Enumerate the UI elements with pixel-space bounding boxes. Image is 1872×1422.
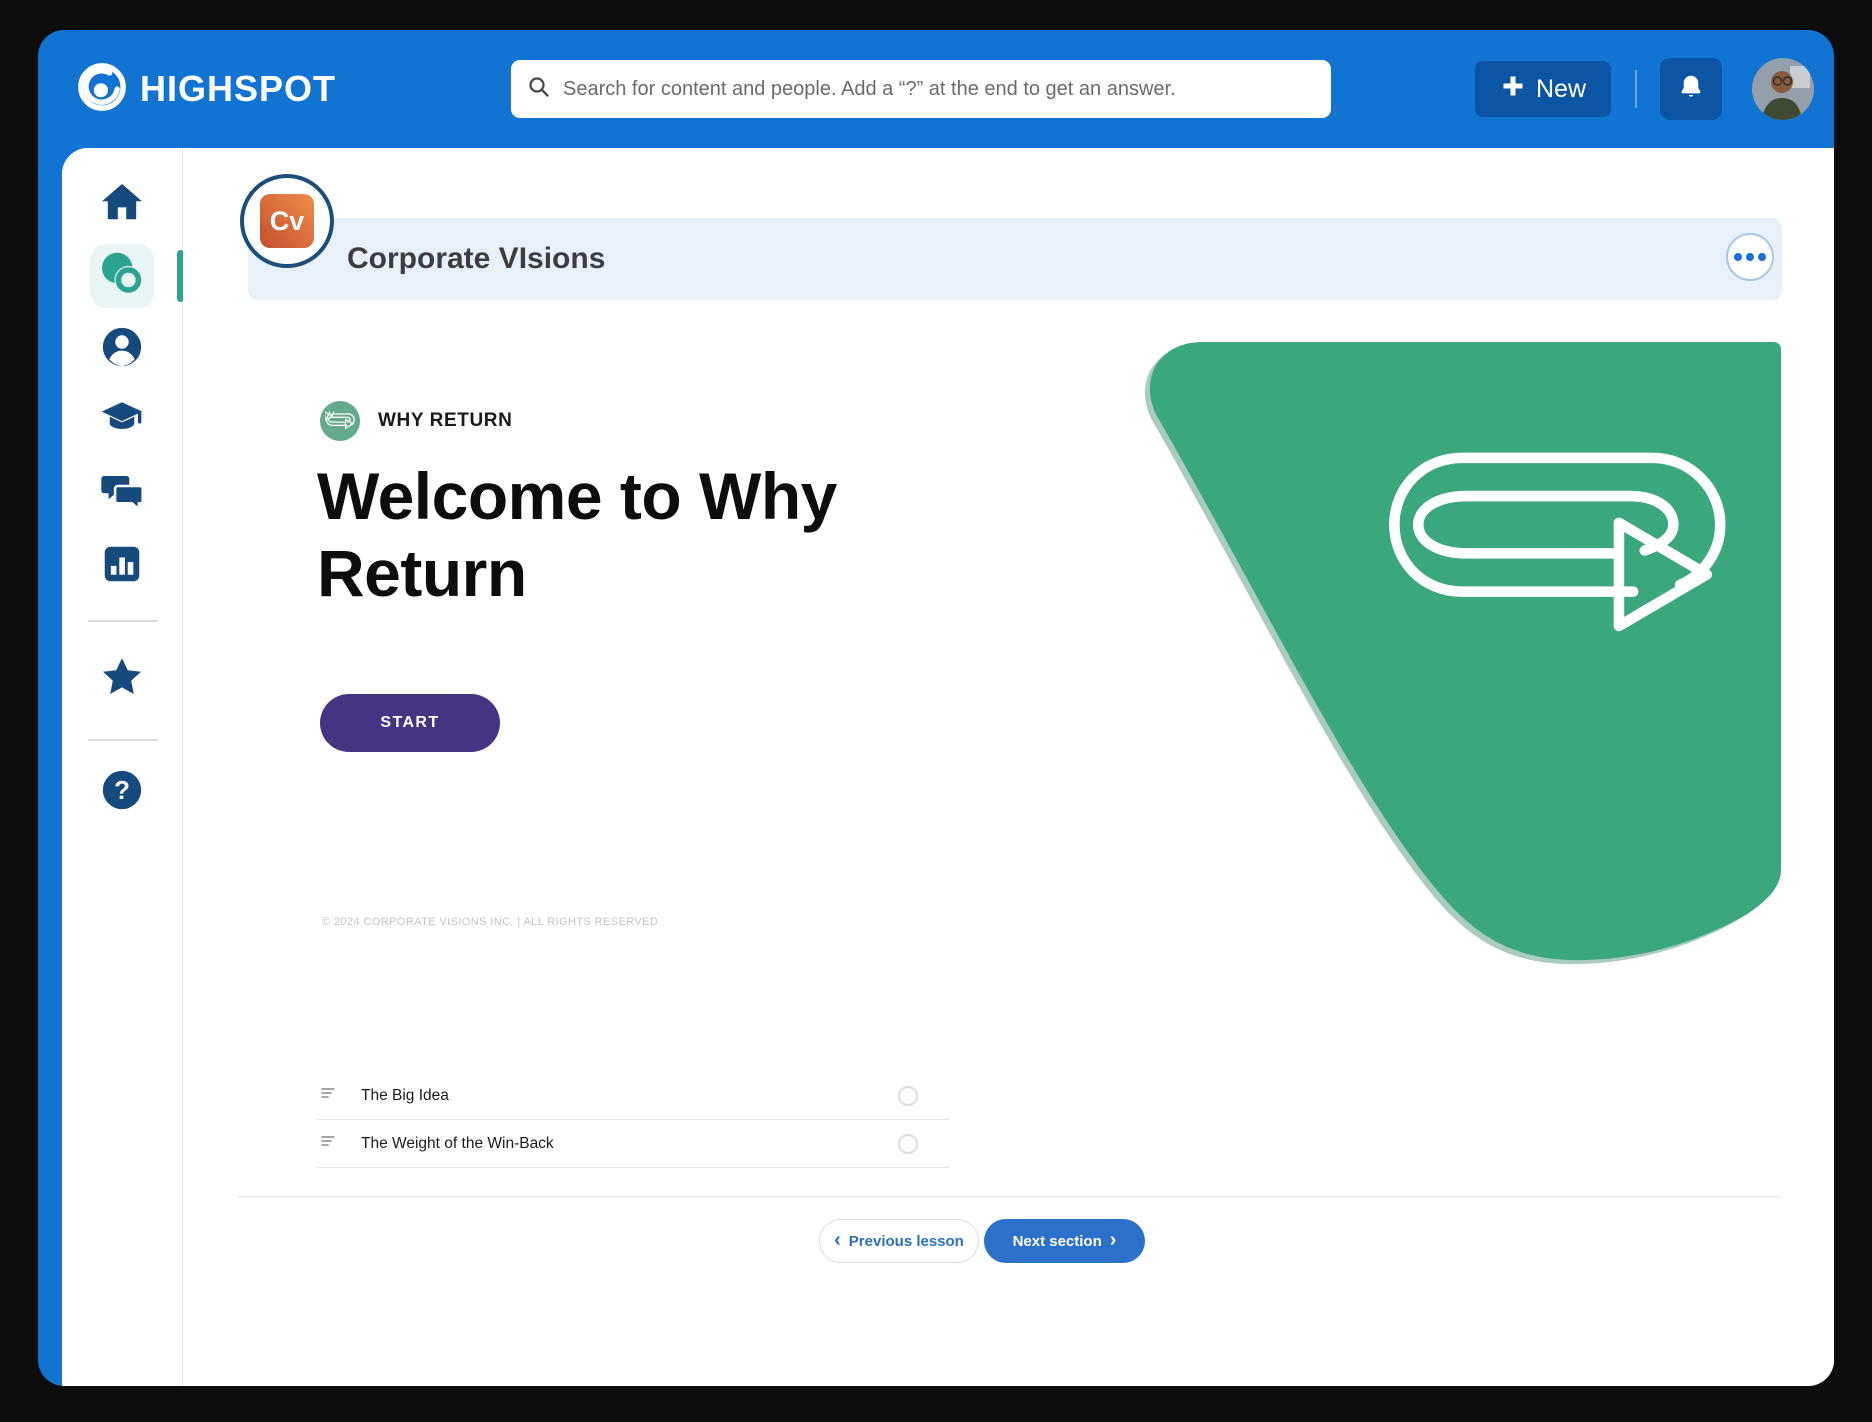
lesson-item-label: The Weight of the Win-Back: [361, 1134, 554, 1152]
new-button-label: New: [1535, 74, 1586, 103]
sidebar-divider: [88, 739, 158, 741]
start-button[interactable]: START: [320, 694, 500, 752]
home-icon: [99, 179, 145, 230]
spot-title: Corporate VIsions: [347, 242, 606, 275]
plus-icon: [1500, 73, 1526, 106]
previous-lesson-label: Previous lesson: [848, 1232, 964, 1250]
lesson-item-label: The Big Idea: [361, 1086, 449, 1104]
sidebar-item-favorites[interactable]: [90, 647, 154, 711]
return-loop-badge-icon: [320, 401, 360, 441]
corporate-visions-logo[interactable]: Cv: [240, 174, 334, 268]
top-header: HIGHSPOT New: [38, 30, 1834, 148]
notifications-button[interactable]: [1660, 58, 1722, 120]
sidebar-divider: [88, 620, 158, 622]
main-panel: ? Cv Corporate VIsions WHY RETURN Welcom…: [62, 148, 1834, 1386]
sidebar-item-conversations[interactable]: [90, 461, 154, 525]
spots-icon: [98, 250, 146, 303]
lesson-eyebrow: WHY RETURN: [320, 401, 512, 441]
hero-illustration: [1149, 342, 1781, 961]
text-lines-icon: [319, 1084, 337, 1107]
new-button[interactable]: New: [1475, 61, 1611, 117]
previous-lesson-button[interactable]: ‹ Previous lesson: [819, 1219, 979, 1263]
app-window: HIGHSPOT New: [38, 30, 1834, 1386]
help-icon: ?: [99, 767, 145, 818]
sidebar-nav: ?: [62, 148, 184, 1386]
global-search[interactable]: [511, 60, 1331, 118]
copyright-text: © 2024 CORPORATE VISIONS INC. | ALL RIGH…: [322, 916, 659, 928]
sidebar-item-help[interactable]: ?: [90, 760, 154, 824]
ellipsis-icon: [1734, 253, 1742, 261]
text-lines-icon: [319, 1132, 337, 1155]
more-options-button[interactable]: [1726, 233, 1774, 281]
cv-logo-mark: Cv: [260, 194, 314, 248]
star-icon: [98, 653, 146, 706]
completion-radio[interactable]: [898, 1085, 918, 1106]
sidebar-item-spots[interactable]: [90, 244, 154, 308]
search-icon: [527, 75, 551, 104]
green-blob-shape: [1149, 342, 1781, 961]
footer-divider: [237, 1196, 1780, 1197]
sidebar-item-home[interactable]: [90, 172, 154, 236]
search-input[interactable]: [563, 77, 1315, 101]
completion-radio[interactable]: [898, 1133, 918, 1154]
brand-name: HIGHSPOT: [140, 68, 337, 109]
eyebrow-label: WHY RETURN: [378, 410, 513, 431]
chevron-right-icon: ›: [1109, 1229, 1117, 1251]
user-avatar[interactable]: [1752, 58, 1814, 120]
sidebar-item-training[interactable]: [90, 388, 154, 452]
highspot-logo[interactable]: HIGHSPOT: [76, 30, 336, 148]
lesson-content: Cv Corporate VIsions WHY RETURN Welcome …: [183, 148, 1834, 1386]
question-glyph: ?: [114, 776, 130, 804]
sidebar-item-people[interactable]: [90, 317, 154, 381]
next-section-button[interactable]: Next section ›: [984, 1219, 1145, 1263]
next-section-label: Next section: [1012, 1232, 1102, 1250]
lesson-title: Welcome to Why Return: [317, 459, 837, 611]
lesson-list: The Big Idea The Weight of the Win-Back: [317, 1072, 950, 1168]
bar-chart-icon: [99, 541, 145, 592]
person-icon: [99, 324, 145, 375]
chat-bubbles-icon: [99, 468, 145, 519]
header-divider: [1635, 70, 1637, 108]
bell-icon: [1676, 73, 1706, 106]
list-item[interactable]: The Weight of the Win-Back: [317, 1120, 950, 1168]
list-item[interactable]: The Big Idea: [317, 1072, 950, 1120]
graduation-cap-icon: [99, 395, 145, 446]
chevron-left-icon: ‹: [834, 1229, 841, 1251]
highspot-spiral-icon: [76, 61, 128, 118]
sidebar-item-analytics[interactable]: [90, 534, 154, 598]
